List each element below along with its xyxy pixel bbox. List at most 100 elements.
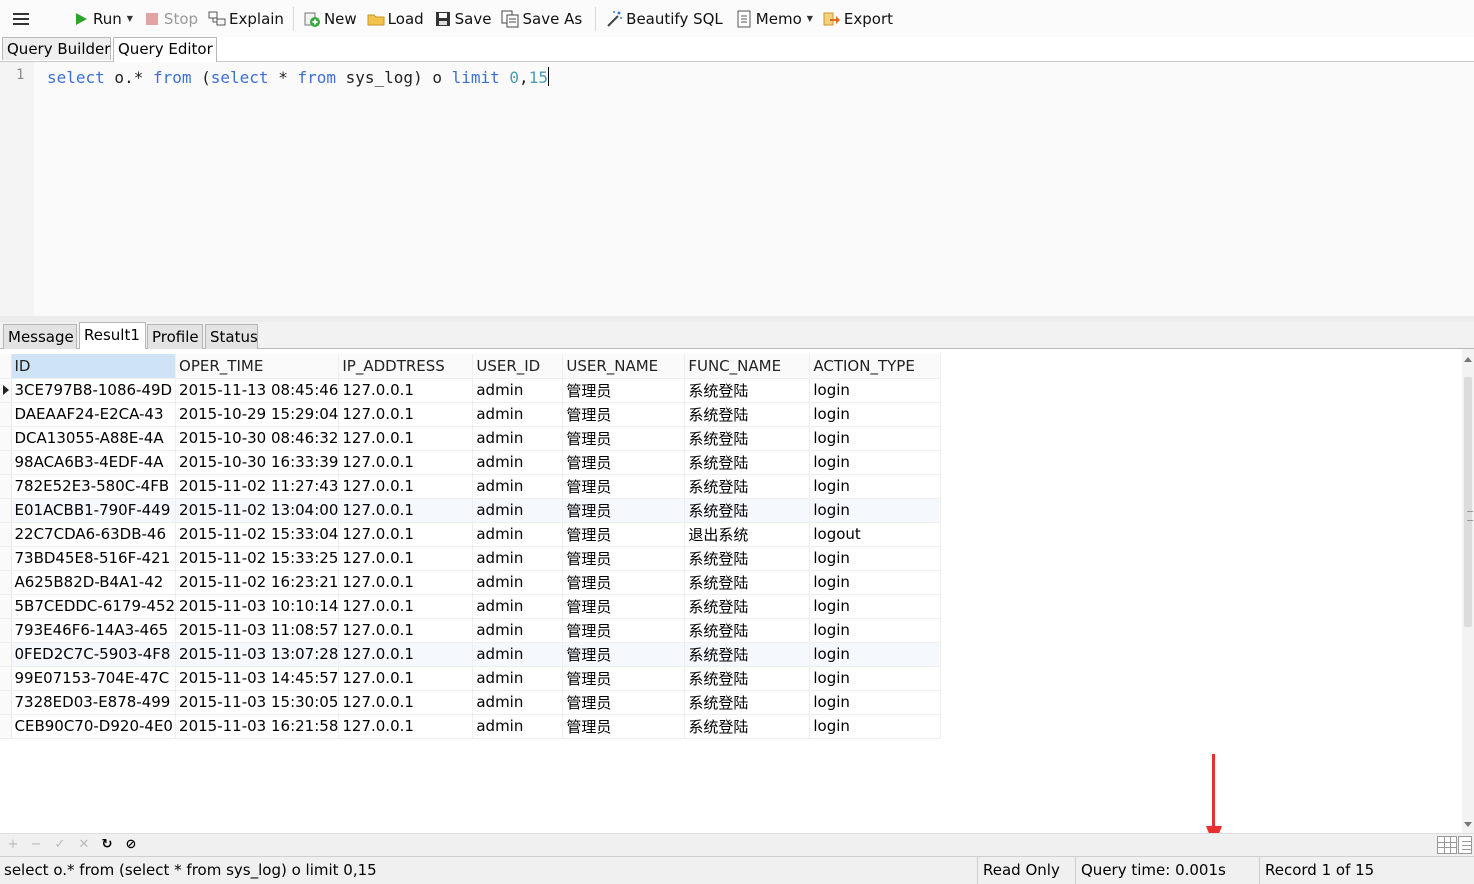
- cell-ip-address[interactable]: 127.0.0.1: [338, 714, 474, 739]
- add-record-icon[interactable]: +: [4, 836, 22, 854]
- cell-ip-address[interactable]: 127.0.0.1: [338, 618, 474, 643]
- cell-oper-time[interactable]: 2015-11-02 11:27:43: [175, 474, 340, 499]
- table-row[interactable]: 3CE797B8-1086-49D 2015-11-13 08:45:46 127.…: [0, 378, 942, 403]
- table-row[interactable]: 99E07153-704E-47C 2015-11-03 14:45:57 127.…: [0, 666, 942, 691]
- row-indicator[interactable]: [0, 450, 12, 475]
- cell-oper-time[interactable]: 2015-11-03 16:21:58: [175, 714, 340, 739]
- cell-oper-time[interactable]: 2015-11-13 08:45:46: [175, 378, 340, 403]
- save-button[interactable]: Save: [431, 5, 495, 33]
- scrollbar-thumb[interactable]: [1464, 377, 1473, 627]
- cell-func-name[interactable]: 系统登陆: [684, 570, 811, 595]
- tab-query-builder[interactable]: Query Builder: [2, 37, 111, 60]
- tab-result1[interactable]: Result1: [79, 322, 146, 349]
- row-indicator[interactable]: [0, 690, 12, 715]
- table-row[interactable]: A625B82D-B4A1-42 2015-11-02 16:23:21 127.0…: [0, 570, 942, 595]
- cell-func-name[interactable]: 系统登陆: [684, 594, 811, 619]
- row-indicator[interactable]: [0, 570, 12, 595]
- cell-action-type[interactable]: login: [809, 402, 942, 427]
- grid-view-icon[interactable]: [1437, 836, 1457, 854]
- cell-user-id[interactable]: admin: [472, 402, 564, 427]
- table-row[interactable]: 793E46F6-14A3-465 2015-11-03 11:08:57 127.…: [0, 618, 942, 643]
- cell-func-name[interactable]: 系统登陆: [684, 642, 811, 667]
- cell-user-id[interactable]: admin: [472, 714, 564, 739]
- table-row[interactable]: 73BD45E8-516F-421 2015-11-02 15:33:25 127.…: [0, 546, 942, 571]
- row-indicator[interactable]: [0, 426, 12, 451]
- row-indicator[interactable]: [0, 498, 12, 523]
- menu-icon[interactable]: [13, 10, 29, 28]
- cell-user-name[interactable]: 管理员: [562, 450, 686, 475]
- cell-func-name[interactable]: 系统登陆: [684, 450, 811, 475]
- cell-oper-time[interactable]: 2015-11-03 13:07:28: [175, 642, 340, 667]
- load-button[interactable]: Load: [364, 5, 427, 33]
- cell-ip-address[interactable]: 127.0.0.1: [338, 642, 474, 667]
- cell-ip-address[interactable]: 127.0.0.1: [338, 402, 474, 427]
- cell-id[interactable]: DCA13055-A88E-4A: [11, 426, 177, 451]
- cell-oper-time[interactable]: 2015-11-02 13:04:00: [175, 498, 340, 523]
- cell-ip-address[interactable]: 127.0.0.1: [338, 570, 474, 595]
- cell-func-name[interactable]: 系统登陆: [684, 498, 811, 523]
- cell-id[interactable]: 22C7CDA6-63DB-46: [11, 522, 177, 547]
- cell-user-name[interactable]: 管理员: [562, 546, 686, 571]
- cell-user-id[interactable]: admin: [472, 594, 564, 619]
- cell-user-id[interactable]: admin: [472, 642, 564, 667]
- result-grid[interactable]: ID OPER_TIME IP_ADDTRESS USER_ID USER_NA…: [0, 349, 1462, 833]
- cell-action-type[interactable]: login: [809, 546, 942, 571]
- cell-ip-address[interactable]: 127.0.0.1: [338, 690, 474, 715]
- table-row[interactable]: 98ACA6B3-4EDF-4A 2015-10-30 16:33:39 127.0…: [0, 450, 942, 475]
- cell-user-name[interactable]: 管理员: [562, 474, 686, 499]
- scroll-down-icon[interactable]: [1464, 822, 1472, 827]
- grid-vertical-scrollbar[interactable]: [1462, 349, 1474, 833]
- cell-user-id[interactable]: admin: [472, 498, 564, 523]
- cell-ip-address[interactable]: 127.0.0.1: [338, 426, 474, 451]
- cell-user-id[interactable]: admin: [472, 690, 564, 715]
- cell-oper-time[interactable]: 2015-11-03 14:45:57: [175, 666, 340, 691]
- cell-action-type[interactable]: login: [809, 474, 942, 499]
- cell-oper-time[interactable]: 2015-11-02 16:23:21: [175, 570, 340, 595]
- cell-action-type[interactable]: login: [809, 642, 942, 667]
- cell-oper-time[interactable]: 2015-10-29 15:29:04: [175, 402, 340, 427]
- row-indicator[interactable]: [0, 714, 12, 739]
- cell-user-name[interactable]: 管理员: [562, 570, 686, 595]
- refresh-icon[interactable]: ↻: [98, 836, 116, 854]
- run-button[interactable]: Run ▼: [69, 5, 136, 33]
- cell-id[interactable]: E01ACBB1-790F-449: [11, 498, 177, 523]
- cell-user-id[interactable]: admin: [472, 666, 564, 691]
- cell-user-name[interactable]: 管理员: [562, 402, 686, 427]
- new-button[interactable]: New: [300, 5, 360, 33]
- row-indicator[interactable]: [0, 666, 12, 691]
- row-indicator[interactable]: [0, 378, 12, 403]
- cell-action-type[interactable]: login: [809, 570, 942, 595]
- cell-id[interactable]: 99E07153-704E-47C: [11, 666, 177, 691]
- cell-func-name[interactable]: 退出系统: [684, 522, 811, 547]
- cell-user-name[interactable]: 管理员: [562, 618, 686, 643]
- cell-ip-address[interactable]: 127.0.0.1: [338, 522, 474, 547]
- table-row[interactable]: 782E52E3-580C-4FB 2015-11-02 11:27:43 127.…: [0, 474, 942, 499]
- cell-user-id[interactable]: admin: [472, 378, 564, 403]
- save-as-button[interactable]: Save As: [498, 5, 585, 33]
- cell-ip-address[interactable]: 127.0.0.1: [338, 498, 474, 523]
- table-row[interactable]: 0FED2C7C-5903-4F8 2015-11-03 13:07:28 127.…: [0, 642, 942, 667]
- beautify-sql-button[interactable]: Beautify SQL: [602, 5, 726, 33]
- cell-user-id[interactable]: admin: [472, 618, 564, 643]
- cell-action-type[interactable]: login: [809, 378, 942, 403]
- column-header-ip-address[interactable]: IP_ADDTRESS: [338, 354, 474, 379]
- table-row[interactable]: 7328ED03-E878-499 2015-11-03 15:30:05 127.…: [0, 690, 942, 715]
- cell-user-name[interactable]: 管理员: [562, 690, 686, 715]
- cell-user-id[interactable]: admin: [472, 474, 564, 499]
- cell-action-type[interactable]: login: [809, 498, 942, 523]
- form-view-icon[interactable]: [1458, 836, 1472, 854]
- cell-user-name[interactable]: 管理员: [562, 522, 686, 547]
- tab-query-editor[interactable]: Query Editor: [113, 37, 217, 62]
- cell-func-name[interactable]: 系统登陆: [684, 690, 811, 715]
- row-indicator[interactable]: [0, 594, 12, 619]
- cell-user-id[interactable]: admin: [472, 426, 564, 451]
- cell-action-type[interactable]: login: [809, 618, 942, 643]
- stop-query-icon[interactable]: ⊘: [122, 836, 140, 854]
- cell-func-name[interactable]: 系统登陆: [684, 618, 811, 643]
- tab-message[interactable]: Message: [3, 324, 77, 349]
- cell-user-id[interactable]: admin: [472, 546, 564, 571]
- cell-ip-address[interactable]: 127.0.0.1: [338, 666, 474, 691]
- cell-ip-address[interactable]: 127.0.0.1: [338, 450, 474, 475]
- cell-id[interactable]: 793E46F6-14A3-465: [11, 618, 177, 643]
- row-indicator[interactable]: [0, 474, 12, 499]
